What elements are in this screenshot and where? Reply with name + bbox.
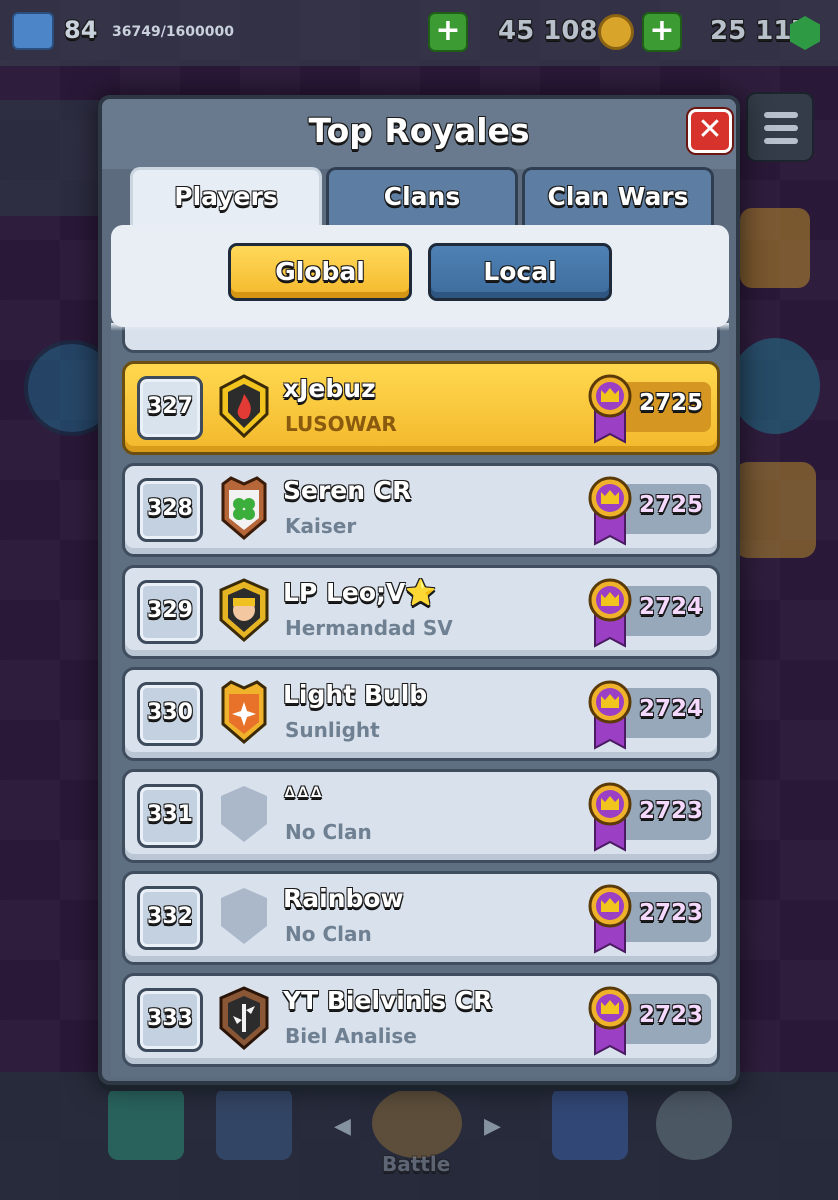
clan-name: Kaiser	[285, 514, 357, 538]
clan-name: Sunlight	[285, 718, 380, 742]
player-name: Seren CR	[283, 476, 412, 505]
rank-number: 331	[137, 784, 203, 848]
trophy-medal-icon	[587, 474, 633, 546]
experience-progress: 36749/1600000	[112, 24, 235, 40]
top-royales-dialog: Top Royales ✕ Players Clans Clan Wars Gl…	[98, 95, 740, 1085]
player-name: ᐞᐞᐞ	[283, 782, 323, 811]
knight-badge-icon	[217, 578, 271, 642]
local-filter-button[interactable]: Local	[428, 243, 612, 301]
tab-clan-wars-label: Clan Wars	[547, 182, 689, 211]
rank-number: 332	[137, 886, 203, 950]
rank-number: 329	[137, 580, 203, 644]
nav-battle-icon[interactable]	[372, 1088, 462, 1158]
leaderboard-row[interactable]: 327 xJebuz LUSOWAR 2725	[122, 361, 720, 455]
clan-name: LUSOWAR	[285, 412, 397, 436]
leaderboard-row[interactable]: 333 YT Bielvinis CR Biel Analise 2723	[122, 973, 720, 1067]
clan-name: No Clan	[285, 922, 372, 946]
flame-badge-icon	[217, 374, 271, 439]
player-level: 84	[64, 16, 98, 44]
close-button[interactable]: ✕	[688, 109, 732, 153]
global-filter-button[interactable]: Global	[228, 243, 412, 301]
nav-cards-icon[interactable]	[216, 1088, 292, 1160]
trophy-medal-icon	[587, 780, 633, 852]
player-name: YT Bielvinis CR	[283, 986, 493, 1015]
trophy-medal-icon	[587, 678, 633, 750]
add-gold-button[interactable]: +	[428, 12, 468, 52]
tab-clan-wars[interactable]: Clan Wars	[522, 167, 714, 227]
clan-name: Biel Analise	[285, 1024, 417, 1048]
nav-left-arrow-icon[interactable]: ◀	[334, 1114, 351, 1139]
trophy-count: 2723	[639, 1002, 704, 1028]
player-name: Rainbow	[283, 884, 404, 913]
trophy-count: 2723	[639, 798, 704, 824]
leaderboard-row[interactable]: 329 LP Leo;V⭐ Hermandad SV 2724	[122, 565, 720, 659]
clan-name: Hermandad SV	[285, 616, 453, 640]
trophy-medal-icon	[587, 576, 633, 648]
leaderboard-row[interactable]: 330 Light Bulb Sunlight 2724	[122, 667, 720, 761]
tab-clans[interactable]: Clans	[326, 167, 518, 227]
level-badge-icon[interactable]	[12, 12, 54, 50]
leaderboard-list[interactable]: 327 xJebuz LUSOWAR 2725 328 Seren CR Kaiser 272…	[111, 327, 729, 1077]
background-banner	[0, 100, 100, 216]
tab-players[interactable]: Players	[130, 167, 322, 229]
trophy-count: 2724	[639, 696, 704, 722]
leaderboard-row[interactable]: 328 Seren CR Kaiser 2725	[122, 463, 720, 557]
tab-players-label: Players	[174, 182, 278, 211]
trophy-medal-icon	[587, 882, 633, 954]
rank-number: 333	[137, 988, 203, 1052]
trophy-count: 2723	[639, 900, 704, 926]
dialog-title: Top Royales	[308, 111, 530, 150]
nav-right-arrow-icon[interactable]: ▶	[484, 1114, 501, 1139]
gold-coin-icon	[598, 14, 634, 50]
nav-battle-label: Battle	[382, 1152, 451, 1176]
trophy-count: 2725	[639, 390, 704, 416]
background-crown-icon	[740, 208, 810, 288]
trophy-count: 2724	[639, 594, 704, 620]
player-name: LP Leo;V⭐	[283, 578, 437, 607]
leaderboard-filter-panel: Global Local	[111, 225, 729, 327]
clan-name: No Clan	[285, 820, 372, 844]
player-name: Light Bulb	[283, 680, 428, 709]
trophy-medal-icon	[587, 984, 633, 1056]
no-clan-badge-icon	[217, 782, 271, 846]
no-clan-badge-icon	[217, 884, 271, 948]
rank-number: 328	[137, 478, 203, 542]
leaderboard-row[interactable]: 332 Rainbow No Clan 2723	[122, 871, 720, 965]
gold-count: 45 108	[498, 16, 598, 46]
clover-badge-icon	[217, 476, 271, 540]
player-name: xJebuz	[283, 374, 376, 403]
list-scroll-fade	[111, 323, 729, 331]
background-shield-icon	[734, 462, 816, 558]
trophy-count: 2725	[639, 492, 704, 518]
main-menu-button[interactable]	[746, 92, 814, 162]
nav-events-icon[interactable]	[656, 1088, 732, 1160]
background-cards-icon	[730, 338, 820, 434]
rank-number: 327	[137, 376, 203, 440]
leaderboard-row[interactable]: 331 ᐞᐞᐞ No Clan 2723	[122, 769, 720, 863]
add-gems-button[interactable]: +	[642, 12, 682, 52]
tab-clans-label: Clans	[383, 182, 461, 211]
bamboo-badge-icon	[217, 986, 271, 1050]
rank-number: 330	[137, 682, 203, 746]
nav-shop-icon[interactable]	[108, 1088, 184, 1160]
star-badge-icon	[217, 680, 271, 744]
nav-clan-icon[interactable]	[552, 1088, 628, 1160]
trophy-medal-icon	[587, 372, 633, 444]
